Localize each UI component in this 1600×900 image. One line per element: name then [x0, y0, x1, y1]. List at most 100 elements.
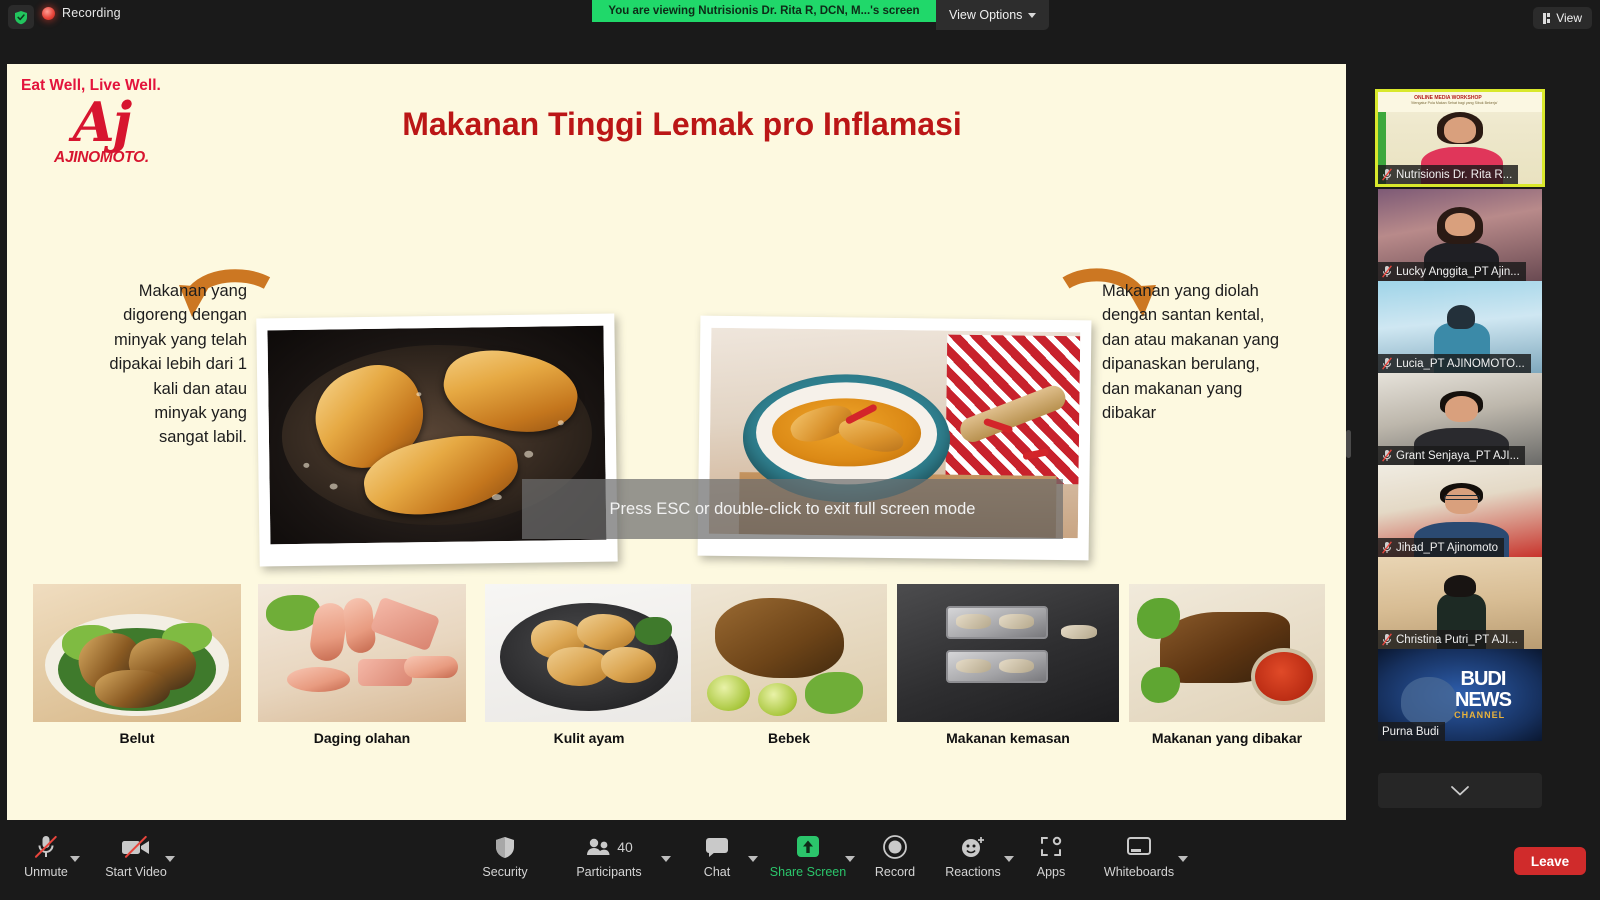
makanan-dibakar-image [1129, 584, 1325, 722]
layout-grid-icon [1542, 12, 1551, 24]
participant-name: Jihad_PT Ajinomoto [1396, 541, 1499, 554]
participant-name-tag: Purna Budi [1378, 722, 1445, 741]
food-item-daging-olahan: Daging olahan [258, 584, 466, 748]
participant-tile-purna-budi[interactable]: BUDI NEWS CHANNEL Purna Budi [1378, 649, 1542, 741]
security-button[interactable]: Security [466, 832, 544, 879]
microphone-off-icon [1382, 168, 1392, 181]
budi-news-line3: CHANNEL [1454, 709, 1506, 720]
participant-sidebar: ONLINE MEDIA WORKSHOP 'Mengatur Pola Mak… [1346, 64, 1578, 820]
food-item-bebek: Bebek [691, 584, 887, 748]
apps-button[interactable]: Apps [1012, 832, 1090, 879]
participant-name: Nutrisionis Dr. Rita R... [1396, 168, 1513, 181]
video-options-caret[interactable] [165, 856, 175, 862]
participant-name: Lucia_PT AJINOMOTO... [1396, 357, 1525, 370]
participant-name-tag: Lucky Anggita_PT Ajin... [1378, 262, 1526, 281]
chat-caret[interactable] [748, 856, 758, 862]
apps-icon [1039, 832, 1063, 862]
participants-label: Participants [576, 865, 642, 879]
participant-name-tag: Lucia_PT AJINOMOTO... [1378, 354, 1531, 373]
chevron-down-icon [1451, 785, 1469, 795]
view-options-label: View Options [949, 8, 1023, 22]
leave-meeting-button[interactable]: Leave [1514, 847, 1586, 875]
chevron-down-icon [1028, 12, 1037, 18]
participants-button[interactable]: 40 Participants [570, 832, 671, 879]
apps-label: Apps [1036, 865, 1066, 879]
whiteboard-icon [1126, 832, 1152, 862]
audio-options-caret[interactable] [70, 856, 80, 862]
rita-slide-sub: 'Mengatur Pola Makan Sehat bagi yang Sib… [1410, 101, 1498, 106]
participant-tile-jihad[interactable]: Jihad_PT Ajinomoto [1378, 465, 1542, 557]
bebek-image [691, 584, 887, 722]
participants-icon: 40 [585, 832, 633, 862]
sidebar-scroll-down-button[interactable] [1378, 773, 1542, 808]
security-label: Security [482, 865, 528, 879]
participant-tile-rita[interactable]: ONLINE MEDIA WORKSHOP 'Mengatur Pola Mak… [1375, 89, 1545, 187]
top-bar: Recording You are viewing Nutrisionis Dr… [0, 0, 1600, 34]
whiteboards-caret[interactable] [1178, 856, 1188, 862]
exit-fullscreen-overlay: Press ESC or double-click to exit full s… [522, 479, 1063, 539]
screen-share-banner: You are viewing Nutrisionis Dr. Rita R, … [592, 0, 936, 22]
food-item-makanan-dibakar: Makanan yang dibakar [1129, 584, 1325, 748]
share-screen-icon [795, 832, 821, 862]
participant-name-tag: Nutrisionis Dr. Rita R... [1378, 165, 1519, 184]
food-caption: Makanan kemasan [946, 730, 1070, 746]
shield-check-icon[interactable] [8, 5, 34, 29]
recording-dot-icon [42, 6, 55, 20]
participants-count: 40 [617, 839, 633, 855]
unmute-button[interactable]: Unmute [7, 832, 85, 879]
record-label: Record [874, 865, 916, 879]
food-item-makanan-kemasan: Makanan kemasan [897, 584, 1119, 748]
recording-label: Recording [62, 6, 121, 20]
record-circle-icon [882, 832, 908, 862]
reactions-label: Reactions [945, 865, 1001, 879]
rita-slide-header: ONLINE MEDIA WORKSHOP [1414, 94, 1482, 101]
participant-tile-christina[interactable]: Christina Putri_PT AJI... [1378, 557, 1542, 649]
participant-tile-lucky[interactable]: Lucky Anggita_PT Ajin... [1378, 189, 1542, 281]
start-video-label: Start Video [105, 865, 167, 879]
ajinomoto-logo-mark: Aj [72, 90, 132, 154]
microphone-off-icon [1382, 357, 1392, 370]
share-screen-button[interactable]: Share Screen [769, 832, 855, 879]
food-item-belut: Belut [33, 584, 241, 748]
view-options-button[interactable]: View Options [936, 0, 1050, 30]
participant-tile-grant[interactable]: Grant Senjaya_PT AJI... [1378, 373, 1542, 465]
belut-image [33, 584, 241, 722]
shared-screen-slide: Eat Well, Live Well. Aj AJINOMOTO. Makan… [7, 64, 1346, 820]
unmute-label: Unmute [24, 865, 68, 879]
makanan-kemasan-image [897, 584, 1119, 722]
participant-name-tag: Grant Senjaya_PT AJI... [1378, 446, 1526, 465]
share-screen-caret[interactable] [845, 856, 855, 862]
participant-tile-lucia[interactable]: Lucia_PT AJINOMOTO... [1378, 281, 1542, 373]
recording-indicator: Recording [42, 6, 121, 20]
food-caption: Makanan yang dibakar [1151, 730, 1303, 746]
reactions-smiley-icon [960, 832, 986, 862]
left-description-text: Makanan yang digoreng dengan minyak yang… [109, 282, 247, 447]
whiteboards-label: Whiteboards [1103, 865, 1175, 879]
chat-label: Chat [703, 865, 731, 879]
food-caption: Daging olahan [313, 730, 411, 746]
microphone-off-icon [1382, 541, 1392, 554]
participant-name-tag: Jihad_PT Ajinomoto [1378, 538, 1505, 557]
food-examples-strip: Belut Daging olahan Kulit ayam Bebek Mak… [33, 584, 1325, 809]
zoom-meeting-window: Recording You are viewing Nutrisionis Dr… [0, 0, 1600, 900]
food-item-kulit-ayam: Kulit ayam [485, 584, 693, 748]
chat-button[interactable]: Chat [678, 832, 758, 879]
start-video-button[interactable]: Start Video [97, 832, 175, 879]
budi-news-line1: BUDI [1460, 668, 1507, 691]
view-layout-button[interactable]: View [1532, 7, 1592, 29]
right-description-text: Makanan yang diolah dengan santan kental… [1102, 282, 1280, 423]
whiteboards-button[interactable]: Whiteboards [1100, 832, 1188, 879]
participant-name-tag: Christina Putri_PT AJI... [1378, 630, 1524, 649]
kulit-ayam-image [485, 584, 693, 722]
ajinomoto-logo-name: AJINOMOTO. [54, 149, 149, 167]
shield-icon [495, 832, 515, 862]
record-button[interactable]: Record [856, 832, 934, 879]
reactions-button[interactable]: Reactions [934, 832, 1014, 879]
sidebar-drag-handle[interactable] [1346, 430, 1351, 458]
participant-name: Grant Senjaya_PT AJI... [1396, 449, 1520, 462]
microphone-off-icon [34, 832, 58, 862]
participant-name: Purna Budi [1382, 725, 1439, 738]
participant-name: Lucky Anggita_PT Ajin... [1396, 265, 1520, 278]
share-screen-label: Share Screen [769, 865, 847, 879]
participants-caret[interactable] [661, 856, 671, 862]
